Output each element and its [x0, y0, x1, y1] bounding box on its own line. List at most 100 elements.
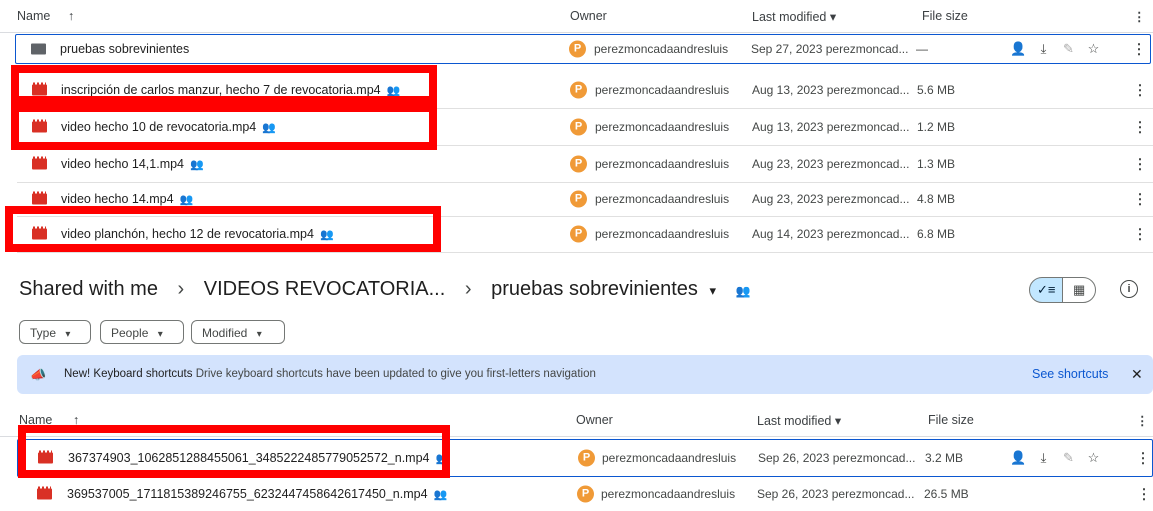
- last-modified: Sep 26, 2023 perezmoncad...: [758, 451, 916, 465]
- last-modified: Sep 27, 2023 perezmoncad...: [751, 42, 909, 56]
- column-file-size: File size: [922, 9, 968, 23]
- owner-name: perezmoncadaandresluis: [601, 487, 736, 501]
- top-list-header: Name ↑ Owner Last modified ▾ File size ⋮: [0, 0, 1153, 33]
- download-icon[interactable]: ⤓: [1031, 450, 1056, 466]
- more-actions-icon[interactable]: ⋮: [1136, 450, 1150, 467]
- video-file-icon: [32, 82, 47, 95]
- people-icon: 👥: [435, 453, 450, 465]
- column-owner: Owner: [570, 9, 607, 23]
- column-owner: Owner: [576, 413, 613, 427]
- table-row[interactable]: pruebas sobrevinientes P perezmoncadaand…: [15, 34, 1151, 64]
- row-actions: 👤 ⤓ ✎ ☆: [1006, 450, 1106, 466]
- modified-filter-button[interactable]: Modified ▾: [191, 320, 285, 344]
- file-name: video hecho 14.mp4 👥: [61, 192, 194, 206]
- owner-name: perezmoncadaandresluis: [595, 227, 730, 241]
- banner-title: New! Keyboard shortcuts: [64, 368, 193, 380]
- video-file-icon: [32, 119, 47, 132]
- file-size: —: [916, 42, 928, 56]
- pencil-icon[interactable]: ✎: [1056, 41, 1081, 57]
- avatar: P: [570, 225, 587, 243]
- file-size: 26.5 MB: [924, 487, 969, 501]
- avatar: P: [570, 155, 587, 172]
- page-title[interactable]: pruebas sobrevinientes: [491, 278, 698, 300]
- table-row[interactable]: video hecho 10 de revocatoria.mp4 👥 P per…: [17, 108, 1153, 146]
- people-icon: 👥: [179, 194, 194, 206]
- more-columns-icon[interactable]: ⋮: [1133, 9, 1146, 24]
- people-icon: 👥: [262, 121, 276, 134]
- file-name: 369537005_1711815389246755_6232447458642…: [67, 487, 448, 501]
- table-row[interactable]: 367374903_1062851288455061_3485222485779…: [17, 439, 1153, 477]
- type-filter-button[interactable]: Type ▾: [19, 320, 91, 344]
- more-actions-icon[interactable]: ⋮: [1137, 486, 1151, 503]
- add-person-icon[interactable]: 👤: [1006, 450, 1031, 466]
- star-icon[interactable]: ☆: [1081, 450, 1106, 466]
- more-columns-icon[interactable]: ⋮: [1136, 413, 1149, 428]
- column-file-size: File size: [928, 413, 974, 427]
- avatar: P: [570, 118, 587, 135]
- sort-arrow-icon[interactable]: ↑: [68, 9, 74, 23]
- last-modified: Aug 13, 2023 perezmoncad...: [752, 82, 910, 97]
- more-actions-icon[interactable]: ⋮: [1133, 155, 1147, 172]
- owner-name: perezmoncadaandresluis: [595, 192, 730, 206]
- file-name: 367374903_1062851288455061_3485222485779…: [68, 451, 450, 465]
- info-icon[interactable]: i: [1120, 280, 1138, 298]
- video-file-icon: [38, 450, 53, 464]
- add-person-icon[interactable]: 👤: [1006, 41, 1031, 57]
- download-icon[interactable]: ⤓: [1031, 41, 1056, 57]
- people-icon: 👥: [319, 229, 334, 241]
- people-icon: 👥: [386, 84, 401, 97]
- avatar: P: [578, 449, 595, 467]
- file-size: 1.2 MB: [917, 119, 956, 134]
- row-actions: 👤 ⤓ ✎ ☆: [1006, 41, 1106, 57]
- video-file-icon: [32, 156, 47, 169]
- last-modified: Aug 13, 2023 perezmoncad...: [752, 119, 910, 134]
- table-row[interactable]: video hecho 14.mp4 👥 P perezmoncadaandres…: [17, 182, 1153, 217]
- owner-name: perezmoncadaandresluis: [595, 119, 730, 134]
- more-actions-icon[interactable]: ⋮: [1133, 226, 1147, 243]
- column-name[interactable]: Name: [17, 9, 50, 23]
- column-name[interactable]: Name: [19, 413, 52, 427]
- owner-name: perezmoncadaandresluis: [602, 451, 737, 465]
- video-file-icon: [37, 486, 52, 500]
- more-actions-icon[interactable]: ⋮: [1133, 118, 1147, 135]
- file-name: video planchón, hecho 12 de revocatoria.…: [61, 227, 334, 241]
- owner-name: perezmoncadaandresluis: [595, 82, 730, 97]
- column-last-modified[interactable]: Last modified ▾: [752, 9, 836, 24]
- people-filter-button[interactable]: People ▾: [100, 320, 184, 344]
- table-row[interactable]: video planchón, hecho 12 de revocatoria.…: [17, 216, 1153, 253]
- breadcrumb: Shared with me › VIDEOS REVOCATORIA... ›…: [19, 278, 751, 301]
- column-last-modified[interactable]: Last modified ▾: [757, 413, 841, 428]
- last-modified: Aug 14, 2023 perezmoncad...: [752, 227, 910, 241]
- file-size: 3.2 MB: [925, 451, 964, 465]
- chevron-down-icon[interactable]: ▾: [709, 283, 716, 298]
- banner-text: Drive keyboard shortcuts have been updat…: [195, 368, 596, 380]
- file-size: 6.8 MB: [917, 227, 956, 241]
- file-name: video hecho 14,1.mp4 👥: [61, 156, 204, 171]
- table-row[interactable]: 369537005_1711815389246755_6232447458642…: [17, 477, 1153, 511]
- star-icon[interactable]: ☆: [1081, 41, 1106, 57]
- file-name: pruebas sobrevinientes: [60, 42, 190, 56]
- owner-name: perezmoncadaandresluis: [594, 42, 729, 56]
- shared-folder-icon: [31, 43, 46, 55]
- breadcrumb-shared-with-me[interactable]: Shared with me: [19, 278, 158, 300]
- list-view-icon[interactable]: ✓≡: [1029, 277, 1063, 303]
- grid-view-icon[interactable]: ▦: [1062, 277, 1096, 303]
- pencil-icon[interactable]: ✎: [1056, 450, 1081, 466]
- file-size: 5.6 MB: [917, 82, 956, 97]
- file-size: 1.3 MB: [917, 156, 956, 171]
- more-actions-icon[interactable]: ⋮: [1133, 191, 1147, 208]
- more-actions-icon[interactable]: ⋮: [1133, 81, 1147, 98]
- table-row[interactable]: video hecho 14,1.mp4 👥 P perezmoncadaandr…: [17, 145, 1153, 183]
- sort-arrow-icon[interactable]: ↑: [73, 413, 79, 427]
- last-modified: Aug 23, 2023 perezmoncad...: [752, 192, 910, 206]
- see-shortcuts-link[interactable]: See shortcuts: [1032, 367, 1108, 381]
- people-icon: 👥: [735, 284, 751, 298]
- last-modified: Sep 26, 2023 perezmoncad...: [757, 487, 915, 501]
- more-actions-icon[interactable]: ⋮: [1132, 41, 1146, 58]
- people-icon: 👥: [433, 489, 448, 501]
- breadcrumb-videos-revocatoria[interactable]: VIDEOS REVOCATORIA...: [204, 278, 446, 300]
- close-icon[interactable]: ✕: [1131, 366, 1143, 383]
- owner-name: perezmoncadaandresluis: [595, 156, 730, 171]
- table-row[interactable]: inscripción de carlos manzur, hecho 7 de…: [17, 71, 1153, 109]
- people-icon: 👥: [190, 158, 204, 171]
